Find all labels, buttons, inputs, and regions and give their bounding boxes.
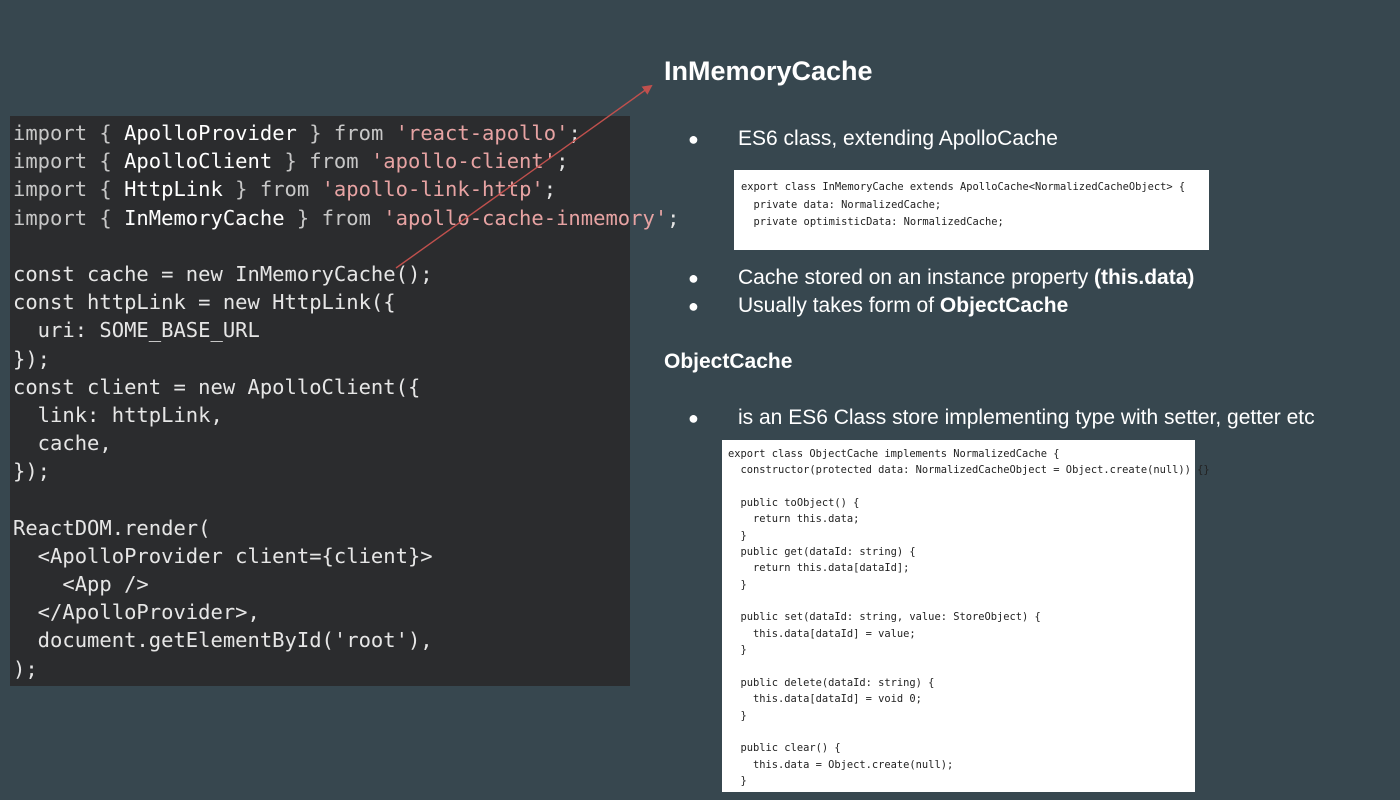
code-line: } [728,644,747,657]
code-line: private data: NormalizedCache; [741,198,942,211]
code-line: this.data = Object.create(null); [728,758,954,771]
bullet-dot-icon: ● [688,408,699,428]
code-line: } [728,774,747,787]
code-line: constructor(protected data: NormalizedCa… [728,464,1210,477]
bullet-dot-icon: ● [688,296,699,316]
bullet-item: ● ES6 class, extending ApolloCache [688,127,1058,151]
code-line: </ApolloProvider>, [13,600,260,625]
code-line: public set(dataId: string, value: StoreO… [728,611,1041,624]
code-line: }); [13,459,51,484]
code-line: return this.data; [728,513,860,526]
code-line: }); [13,346,51,371]
heading-objectcache: ObjectCache [664,350,793,373]
bullet-dot-icon: ● [688,129,699,149]
bullet-bold-text: (this.data) [1094,266,1195,289]
code-line: this.data[dataId] = value; [728,627,916,640]
code-line: export class ObjectCache implements Norm… [728,448,1060,460]
code-snippet-objectcache: export class ObjectCache implements Norm… [722,440,1210,792]
code-line: const cache = new InMemoryCache(); [13,261,433,286]
code-line: link: httpLink, [13,402,223,427]
code-line: <ApolloProvider client={client}> [13,543,433,568]
code-line: uri: SOME_BASE_URL [13,318,260,343]
heading-inmemorycache: InMemoryCache [664,56,873,86]
bullet-text: is an ES6 Class store implementing type … [738,406,1315,429]
bullet-text: Cache stored on an instance property [738,266,1095,289]
code-line: const client = new ApolloClient({ [13,374,421,399]
code-screenshot-left: import { ApolloProvider } from 'react-ap… [10,116,680,686]
code-line: export class InMemoryCache extends Apoll… [741,181,1186,193]
code-line: private optimisticData: NormalizedCache; [741,216,1004,228]
code-line: const httpLink = new HttpLink({ [13,290,396,315]
code-line: import { ApolloProvider } from 'react-ap… [13,121,581,145]
bullet-dot-icon: ● [688,268,699,288]
code-line: } [728,578,747,591]
code-line: import { InMemoryCache } from 'apollo-ca… [13,205,680,230]
code-line: document.getElementById('root'), [13,628,433,653]
code-line: this.data[dataId] = void 0; [728,693,922,706]
code-line: ReactDOM.render( [13,515,211,540]
code-line: } [728,529,747,542]
bullet-item: ● Usually takes form of ObjectCache [688,294,1068,318]
bullet-item: ● Cache stored on an instance property (t… [688,266,1194,290]
bullet-item: ● is an ES6 Class store implementing type… [688,406,1315,430]
bullet-text: Usually takes form of [738,294,940,317]
code-line: import { HttpLink } from 'apollo-link-ht… [13,177,557,202]
bullet-bold-text: ObjectCache [939,294,1069,317]
code-line: public clear() { [728,742,841,755]
code-line: ); [13,656,38,681]
code-line: public toObject() { [728,497,860,510]
code-line: } [728,709,747,722]
code-line: public delete(dataId: string) { [728,676,935,689]
code-snippet-inmemorycache: export class InMemoryCache extends Apoll… [734,170,1209,250]
bullet-text: ES6 class, extending ApolloCache [738,127,1058,150]
code-line: import { ApolloClient } from 'apollo-cli… [13,149,569,174]
code-line: return this.data[dataId]; [728,562,910,575]
code-line: <App /> [13,572,149,596]
code-line: public get(dataId: string) { [728,546,916,559]
code-line: cache, [13,431,112,456]
